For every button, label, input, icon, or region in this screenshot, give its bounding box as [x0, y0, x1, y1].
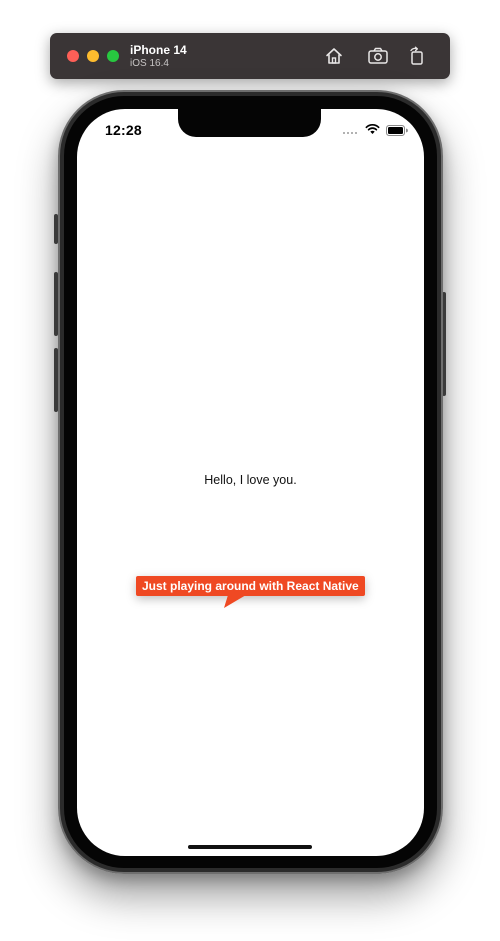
minimize-window-button[interactable]	[87, 50, 99, 62]
simulator-title-bar: iPhone 14 iOS 16.4	[50, 33, 450, 79]
greeting-text: Hello, I love you.	[204, 473, 297, 487]
os-version: iOS 16.4	[130, 58, 169, 69]
device-name: iPhone 14	[130, 43, 187, 57]
status-indicators	[343, 123, 408, 137]
close-window-button[interactable]	[67, 50, 79, 62]
rotate-button[interactable]	[406, 45, 428, 67]
home-icon	[326, 48, 342, 64]
cellular-signal-icon	[343, 132, 357, 134]
phone-screen[interactable]: 12:28 Hello, I love you. Just playing ar…	[77, 109, 424, 856]
notch	[178, 109, 321, 137]
rotate-icon	[410, 46, 423, 65]
home-indicator[interactable]	[188, 845, 312, 849]
tooltip-tail	[224, 595, 246, 608]
wifi-icon	[365, 123, 380, 134]
tooltip-bubble: Just playing around with React Native	[136, 576, 365, 596]
screenshot-icon	[368, 47, 388, 64]
status-time: 12:28	[105, 122, 142, 138]
home-button[interactable]	[323, 45, 345, 67]
screenshot-button[interactable]	[367, 45, 389, 67]
zoom-window-button[interactable]	[107, 50, 119, 62]
battery-icon	[386, 125, 408, 136]
simulator-window: iPhone 14 iOS 16.4 12:28 Hello, I love y…	[0, 0, 500, 941]
